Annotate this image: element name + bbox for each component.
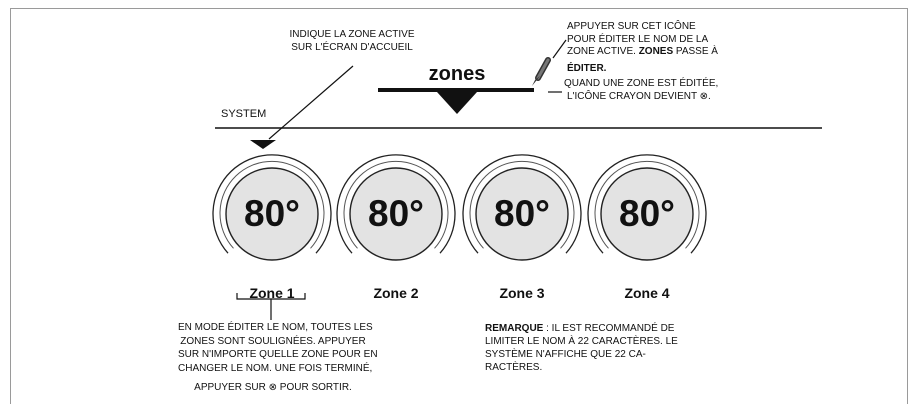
edit-mode-callout: EN MODE ÉDITER LE NOM, TOUTES LES ZONES … <box>178 321 378 395</box>
zone-1-temperature: 80° <box>244 193 300 234</box>
zone-3-temperature: 80° <box>494 193 550 234</box>
pencil-callout: APPUYER SUR CET ICÔNE POUR ÉDITER LE NOM… <box>564 21 719 103</box>
pencil-callout-line-6: L'ICÔNE CRAYON DEVIENT ⊗. <box>567 90 711 102</box>
edit-mode-callout-line-2: ZONES SONT SOULIGNÉES. APPUYER <box>180 335 366 347</box>
zone-3-dial[interactable]: 80° <box>466 157 578 269</box>
edit-mode-callout-line-5: APPUYER SUR ⊗ POUR SORTIR. <box>194 382 352 393</box>
pencil-callout-line-2: POUR ÉDITER LE NOM DE LA <box>567 33 709 45</box>
zone-3-label[interactable]: Zone 3 <box>466 285 578 301</box>
note-callout-line-1: REMARQUE : IL EST RECOMMANDÉ DE <box>485 322 678 335</box>
edit-mode-callout-line-4: CHANGER LE NOM. UNE FOIS TERMINÉ, <box>178 362 373 374</box>
zone-2-temperature: 80° <box>368 193 424 234</box>
pencil-callout-line-5: QUAND UNE ZONE EST ÉDITÉE, <box>564 78 719 89</box>
active-zone-callout-line-2: SUR L'ÉCRAN D'ACCUEIL <box>291 41 413 53</box>
active-zone-callout: INDIQUE LA ZONE ACTIVE SUR L'ÉCRAN D'ACC… <box>272 29 432 54</box>
zone-1-label[interactable]: Zone 1 <box>216 285 328 301</box>
pencil-callout-line-3-post: PASSE À <box>673 46 718 57</box>
note-label: REMARQUE <box>485 323 544 334</box>
system-label: SYSTEM <box>221 108 267 120</box>
pencil-callout-line-3-pre: ZONE ACTIVE. <box>567 46 639 57</box>
pencil-icon <box>532 57 551 86</box>
note-callout-line-4: RACTÈRES. <box>485 362 543 373</box>
pencil-callout-line-4-bold: ÉDITER. <box>567 62 607 74</box>
pencil-leader-line <box>552 39 567 59</box>
edit-mode-callout-line-1: EN MODE ÉDITER LE NOM, TOUTES LES <box>178 322 373 333</box>
zone-4-temperature: 80° <box>619 193 675 234</box>
pencil-callout-line-3-bold: ZONES <box>638 46 674 57</box>
zone-2-label[interactable]: Zone 2 <box>340 285 452 301</box>
zone-1-dial[interactable]: 80° <box>216 157 328 269</box>
zone-4-dial[interactable]: 80° <box>591 157 703 269</box>
diagram-graphics <box>212 39 822 320</box>
zones-pointer-arrow <box>437 92 477 114</box>
note-callout: REMARQUE : IL EST RECOMMANDÉ DE LIMITER … <box>485 322 678 374</box>
active-zone-marker <box>250 140 276 149</box>
pencil-callout-line-1: APPUYER SUR CET ICÔNE <box>567 21 696 32</box>
active-zone-callout-line-1: INDIQUE LA ZONE ACTIVE <box>289 29 415 40</box>
zone-2-dial[interactable]: 80° <box>340 157 452 269</box>
zones-title[interactable]: zones <box>380 62 534 86</box>
note-callout-line-3: SYSTÈME N'AFFICHE QUE 22 CA- <box>485 349 646 360</box>
note-callout-line-2: LIMITER LE NOM À 22 CARACTÈRES. LE <box>485 336 678 347</box>
note-callout-line-1-text: : IL EST RECOMMANDÉ DE <box>543 323 675 334</box>
zone-4-label[interactable]: Zone 4 <box>591 285 703 301</box>
zones-title-bar <box>378 88 534 92</box>
pencil-callout-line-3: ZONE ACTIVE. ZONES PASSE À <box>567 46 718 59</box>
edit-mode-callout-line-3: SUR N'IMPORTE QUELLE ZONE POUR EN <box>178 349 378 360</box>
pencil-callout-line-4: ÉDITER. <box>567 63 718 76</box>
